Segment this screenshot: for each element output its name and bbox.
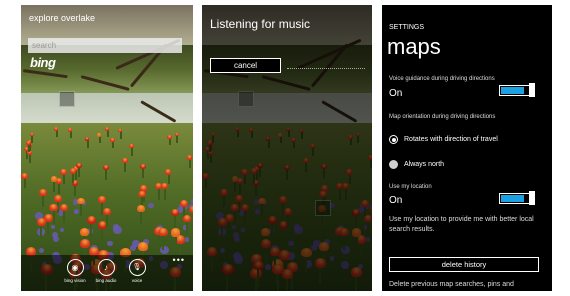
listening-title: Listening for music (210, 17, 311, 31)
photo-hotspot (238, 91, 254, 107)
delete-history-description: Delete previous map searches, pins and (389, 281, 514, 288)
photo-hotspot (315, 200, 331, 216)
bing-vision-label: bing vision (64, 278, 86, 283)
photo-hotspot[interactable] (59, 91, 75, 107)
location-label: Use my location (389, 184, 432, 190)
voice-label: voice (131, 278, 143, 283)
cancel-button[interactable]: cancel (210, 58, 281, 73)
music-note-icon: ♪ (97, 259, 115, 276)
phone-screen-explore: explore overlake bing ◉ bing vision ♪ bi… (21, 5, 193, 291)
dim-overlay (202, 5, 372, 291)
location-description: Use my location to provide me with bette… (389, 216, 534, 233)
settings-header: SETTINGS (389, 24, 425, 31)
voice-guidance-label: Voice guidance during driving directions (389, 76, 495, 82)
radio-selected-icon (389, 135, 398, 144)
listening-progress (287, 68, 365, 70)
bing-vision-button[interactable]: ◉ bing vision (60, 259, 90, 283)
bing-audio-button[interactable]: ♪ bing audio (91, 259, 121, 283)
bing-audio-label: bing audio (95, 278, 117, 283)
radio-unselected-icon (389, 160, 398, 169)
page-title: explore overlake (29, 13, 96, 23)
voice-button[interactable]: 🎙 voice (122, 259, 152, 283)
microphone-icon: 🎙 (128, 259, 146, 276)
phone-screen-listening: Listening for music cancel (202, 5, 372, 291)
location-value: On (389, 195, 403, 206)
voice-guidance-value: On (389, 88, 403, 99)
more-options-icon[interactable]: ••• (173, 255, 185, 265)
orientation-option-label: Always north (404, 161, 445, 168)
phone-screen-map-settings: SETTINGS maps Voice guidance during driv… (382, 5, 552, 291)
orientation-option-rotate[interactable]: Rotates with direction of travel (389, 135, 498, 144)
delete-history-button[interactable]: delete history (389, 257, 539, 272)
voice-guidance-toggle[interactable] (499, 83, 535, 97)
page-title: maps (387, 34, 441, 59)
search-input[interactable] (28, 38, 182, 53)
location-toggle[interactable] (499, 191, 535, 205)
app-bar: ◉ bing vision ♪ bing audio 🎙 voice ••• (21, 255, 193, 291)
eye-icon: ◉ (66, 259, 84, 276)
orientation-label: Map orientation during driving direction… (389, 114, 496, 120)
orientation-option-label: Rotates with direction of travel (404, 136, 498, 143)
orientation-option-north[interactable]: Always north (389, 160, 444, 169)
bing-logo: bing (30, 55, 56, 70)
